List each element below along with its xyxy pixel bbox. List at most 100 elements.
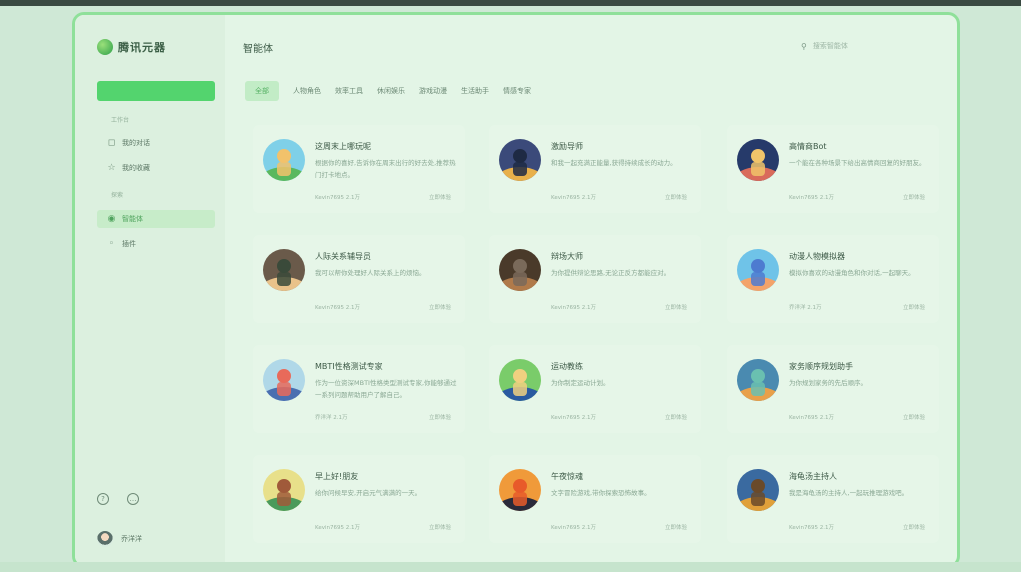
card-title: 激励导师 [551, 142, 583, 151]
agent-icon: ◉ [107, 213, 116, 224]
agent-card[interactable]: 辩场大师 为你提供辩论思路,无论正反方都能应对。 Kevin7695 2.1万 立即体… [489, 235, 701, 323]
card-action[interactable]: 立即体验 [903, 193, 925, 201]
user-profile[interactable]: 乔洋洋 [97, 531, 142, 547]
agent-card[interactable]: MBTI性格测试专家 作为一位资深MBTI性格类型测试专家,你能够通过一系列问题帮… [253, 345, 465, 433]
card-meta: Kevin7695 2.1万 [551, 305, 596, 311]
sidebar-item-my-favorites[interactable]: ☆ 我的收藏 [97, 159, 215, 177]
agent-avatar-image [263, 359, 305, 401]
agent-card[interactable]: 人际关系辅导员我可以帮你处理好人际关系上的烦恼。 Kevin7695 2.1万 立即… [253, 235, 465, 323]
card-description: 一个能在各种场景下给出高情商回复的好朋友。 [789, 159, 926, 167]
card-title: 午夜惊魂 [551, 472, 583, 481]
card-action[interactable]: 立即体验 [665, 303, 687, 311]
card-title: 海龟汤主持人 [789, 472, 837, 481]
card-action[interactable]: 立即体验 [665, 523, 687, 531]
tab-life-assistant[interactable]: 生活助手 [461, 86, 489, 96]
card-meta: Kevin7695 2.1万 [551, 525, 596, 531]
sidebar-item-label: 智能体 [122, 215, 143, 223]
agent-avatar-image [499, 249, 541, 291]
card-title: 家务顺序规划助手 [789, 362, 853, 371]
card-meta: 乔洋洋 2.1万 [315, 415, 348, 421]
card-meta: Kevin7695 2.1万 [315, 195, 360, 201]
card-meta: Kevin7695 2.1万 [789, 525, 834, 531]
tab-all[interactable]: 全部 [245, 81, 279, 101]
sidebar-item-label: 我的收藏 [122, 164, 150, 172]
card-description: 我可以帮你处理好人际关系上的烦恼。 [315, 269, 426, 277]
agent-avatar-image [263, 139, 305, 181]
card-description: 为你规划家务的先后顺序。 [789, 379, 867, 387]
user-name: 乔洋洋 [121, 535, 142, 543]
card-action[interactable]: 立即体验 [903, 413, 925, 421]
card-action[interactable]: 立即体验 [903, 303, 925, 311]
agent-card[interactable]: 这周末上哪玩呢根据你的喜好,告诉你在周末出行的好去处,推荐热门打卡地点。 Kevi… [253, 125, 465, 213]
card-description: 我是海龟汤的主持人,一起玩推理游戏吧。 [789, 489, 909, 497]
card-action[interactable]: 立即体验 [665, 193, 687, 201]
star-icon: ☆ [107, 162, 116, 173]
agent-card[interactable]: 家务顺序规划助手为你规划家务的先后顺序。 Kevin7695 2.1万 立即体验 [727, 345, 939, 433]
agent-card[interactable]: 海龟汤主持人我是海龟汤的主持人,一起玩推理游戏吧。 Kevin7695 2.1万 立… [727, 455, 939, 543]
sidebar-item-agents[interactable]: ◉ 智能体 [97, 210, 215, 228]
sidebar-bottom-icons: ? … [97, 493, 139, 505]
card-title: 动漫人物模拟器 [789, 252, 845, 261]
agent-card[interactable]: 早上好!朋友 给你问候早安,开启元气满满的一天。 Kevin7695 2.1万 立即体… [253, 455, 465, 543]
tab-entertainment[interactable]: 休闲娱乐 [377, 86, 405, 96]
card-action[interactable]: 立即体验 [665, 413, 687, 421]
agent-avatar-image [499, 359, 541, 401]
card-title: 运动教练 [551, 362, 583, 371]
card-title: 人际关系辅导员 [315, 252, 371, 261]
feedback-icon[interactable]: … [127, 493, 139, 505]
card-meta: 乔洋洋 2.1万 [789, 305, 822, 311]
tab-characters[interactable]: 人物角色 [293, 86, 321, 96]
agent-card[interactable]: 午夜惊魂文字冒险游戏,带你探索恐怖故事。 Kevin7695 2.1万 立即体验 [489, 455, 701, 543]
plugin-icon: ◦ [108, 238, 115, 249]
card-meta: Kevin7695 2.1万 [789, 415, 834, 421]
search-input[interactable]: 搜索智能体 [813, 41, 848, 51]
sidebar-item-label: 我的对话 [122, 139, 150, 147]
card-action[interactable]: 立即体验 [429, 413, 451, 421]
create-agent-button[interactable] [97, 81, 215, 101]
agent-avatar-image [737, 469, 779, 511]
category-tabs: 全部 人物角色 效率工具 休闲娱乐 游戏动漫 生活助手 情感专家 [245, 81, 531, 101]
card-description: 模拟你喜欢的动漫角色和你对话,一起聊天。 [789, 269, 915, 277]
agent-avatar-image [737, 359, 779, 401]
card-meta: Kevin7695 2.1万 [789, 195, 834, 201]
card-title: 早上好!朋友 [315, 472, 359, 481]
card-description: 根据你的喜好,告诉你在周末出行的好去处,推荐热门打卡地点。 [315, 159, 456, 179]
help-icon[interactable]: ? [97, 493, 109, 505]
chat-icon: ◻ [107, 137, 116, 148]
sidebar-item-plugins[interactable]: ◦ 插件 [97, 235, 215, 253]
card-action[interactable]: 立即体验 [429, 523, 451, 531]
tab-productivity[interactable]: 效率工具 [335, 86, 363, 96]
agent-card[interactable]: 高情商Bot 一个能在各种场景下给出高情商回复的好朋友。 Kevin7695 2.1… [727, 125, 939, 213]
brand-logo-icon [97, 39, 113, 55]
window-top-edge [0, 0, 1021, 6]
card-title: MBTI性格测试专家 [315, 362, 383, 371]
brand-name: 腾讯元器 [118, 41, 166, 54]
card-description: 文字冒险游戏,带你探索恐怖故事。 [551, 489, 651, 497]
section-label-mine: 工作台 [111, 117, 130, 124]
card-action[interactable]: 立即体验 [903, 523, 925, 531]
card-meta: Kevin7695 2.1万 [315, 305, 360, 311]
card-action[interactable]: 立即体验 [429, 303, 451, 311]
tab-emotion-expert[interactable]: 情感专家 [503, 86, 531, 96]
card-title: 辩场大师 [551, 252, 583, 261]
card-meta: Kevin7695 2.1万 [551, 415, 596, 421]
card-action[interactable]: 立即体验 [429, 193, 451, 201]
page-title: 智能体 [243, 44, 273, 55]
sidebar-item-label: 插件 [122, 240, 136, 248]
agent-card[interactable]: 动漫人物模拟器模拟你喜欢的动漫角色和你对话,一起聊天。 乔洋洋 2.1万 立即体验 [727, 235, 939, 323]
tab-games-anime[interactable]: 游戏动漫 [419, 86, 447, 96]
card-meta: Kevin7695 2.1万 [315, 525, 360, 531]
card-meta: Kevin7695 2.1万 [551, 195, 596, 201]
agent-card[interactable]: 激励导师和我一起充满正能量,获得持续成长的动力。 Kevin7695 2.1万 立即… [489, 125, 701, 213]
card-title: 这周末上哪玩呢 [315, 142, 371, 151]
brand[interactable]: 腾讯元器 [97, 39, 166, 55]
app-window: 腾讯元器 工作台 ◻ 我的对话 ☆ 我的收藏 探索 ◉ 智能体 ◦ 插件 ? …… [72, 12, 960, 568]
sidebar-item-my-chats[interactable]: ◻ 我的对话 [97, 134, 215, 152]
sidebar: 腾讯元器 工作台 ◻ 我的对话 ☆ 我的收藏 探索 ◉ 智能体 ◦ 插件 ? …… [75, 15, 225, 565]
search-box[interactable]: ⚲ 搜索智能体 [801, 41, 848, 51]
section-label-discover: 探索 [111, 192, 124, 199]
agent-card[interactable]: 运动教练 为你制定运动计划。 Kevin7695 2.1万 立即体验 [489, 345, 701, 433]
avatar [97, 531, 113, 547]
agent-avatar-image [263, 469, 305, 511]
card-description: 和我一起充满正能量,获得持续成长的动力。 [551, 159, 677, 167]
